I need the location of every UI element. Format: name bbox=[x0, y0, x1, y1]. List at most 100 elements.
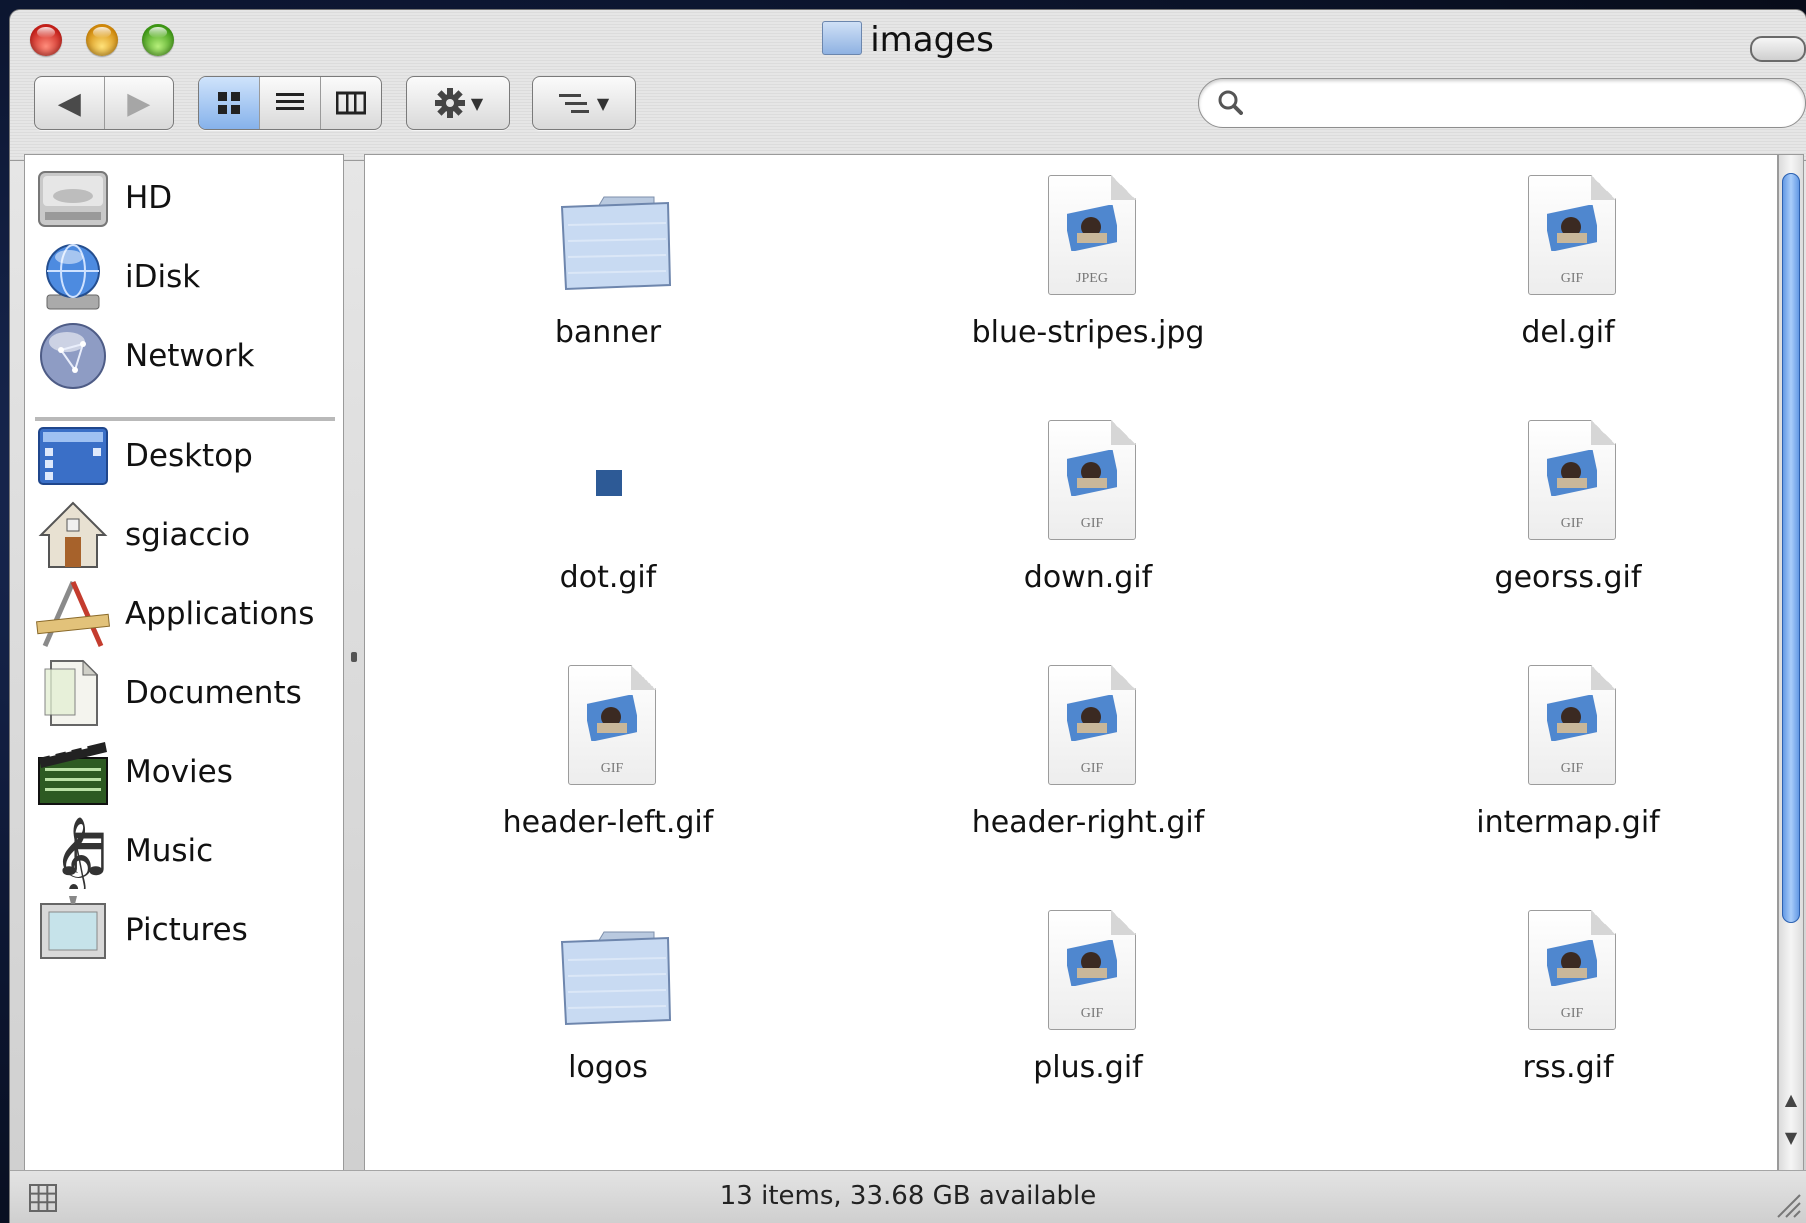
sidebar-item-desktop[interactable]: Desktop bbox=[25, 416, 343, 496]
gif-file-icon: GIF bbox=[1518, 910, 1618, 1034]
action-menu-seg[interactable]: ▼ bbox=[407, 77, 509, 129]
arrange-icon bbox=[558, 94, 589, 113]
sidebar: HD iDisk Network Desktop sgiaccio Applic… bbox=[24, 154, 344, 1172]
desktop-icon bbox=[35, 418, 111, 494]
file-item-georss[interactable]: GIF georss.gif bbox=[1348, 410, 1788, 650]
file-name: georss.gif bbox=[1494, 560, 1642, 595]
photo-thumbnail-icon bbox=[1547, 695, 1597, 741]
network-icon bbox=[35, 318, 111, 394]
splitter-handle-icon bbox=[351, 652, 357, 662]
file-item-header-left[interactable]: GIF header-left.gif bbox=[388, 655, 828, 895]
movies-icon bbox=[35, 734, 111, 810]
file-item-del[interactable]: GIF del.gif bbox=[1348, 165, 1788, 405]
column-view-icon bbox=[336, 91, 366, 115]
file-ext-label: GIF bbox=[1560, 1006, 1584, 1021]
sidebar-item-applications[interactable]: Applications bbox=[25, 574, 343, 654]
gif-file-icon: GIF bbox=[1038, 910, 1138, 1034]
sidebar-item-home[interactable]: sgiaccio bbox=[25, 495, 343, 575]
sidebar-item-documents[interactable]: Documents bbox=[25, 653, 343, 733]
page-fold bbox=[1591, 910, 1616, 935]
sidebar-item-idisk[interactable]: iDisk bbox=[25, 237, 343, 317]
sidebar-item-network[interactable]: Network bbox=[25, 316, 343, 396]
resize-grip-icon[interactable] bbox=[1772, 1189, 1802, 1219]
page-fold bbox=[1591, 665, 1616, 690]
forward-arrow-icon: ▶ bbox=[127, 85, 151, 121]
file-name: banner bbox=[554, 315, 662, 350]
sidebar-splitter[interactable] bbox=[346, 154, 364, 1172]
page-fold bbox=[1111, 910, 1136, 935]
gif-file-icon: GIF bbox=[1038, 420, 1138, 544]
arrange-menu-button[interactable]: ▼ bbox=[532, 76, 636, 130]
sidebar-item-label: Movies bbox=[125, 754, 233, 790]
sidebar-item-label: HD bbox=[125, 180, 173, 216]
sidebar-item-music[interactable]: 𝄞 ♬ Music bbox=[25, 811, 343, 896]
view-mode-group bbox=[198, 76, 382, 130]
sidebar-item-label: sgiaccio bbox=[125, 517, 251, 553]
hard-drive-icon bbox=[35, 160, 111, 236]
file-item-blue-stripes[interactable]: JPEG blue-stripes.jpg bbox=[868, 165, 1308, 405]
file-item-intermap[interactable]: GIF intermap.gif bbox=[1348, 655, 1788, 895]
sidebar-item-pictures[interactable]: Pictures bbox=[25, 890, 343, 970]
search-field[interactable] bbox=[1198, 78, 1806, 128]
action-menu-button[interactable]: ▼ bbox=[406, 76, 510, 130]
file-name: down.gif bbox=[1023, 560, 1153, 595]
back-button[interactable]: ◀ bbox=[35, 77, 104, 129]
photo-thumbnail-icon bbox=[1547, 205, 1597, 251]
file-name: blue-stripes.jpg bbox=[971, 315, 1205, 350]
search-input[interactable] bbox=[1257, 87, 1785, 121]
file-item-down[interactable]: GIF down.gif bbox=[868, 410, 1308, 650]
navigation-group: ◀ ▶ bbox=[34, 76, 174, 130]
sidebar-item-movies[interactable]: Movies bbox=[25, 732, 343, 812]
file-icon-grid: banner JPEG blue-stripes.jpg GIF del.gif bbox=[364, 154, 1778, 1172]
list-view-button[interactable] bbox=[259, 77, 320, 129]
list-view-icon bbox=[276, 93, 304, 110]
scrollbar-thumb[interactable] bbox=[1782, 173, 1800, 923]
gif-file-icon: GIF bbox=[1518, 420, 1618, 544]
folder-icon bbox=[558, 910, 672, 1034]
file-item-banner[interactable]: banner bbox=[388, 165, 828, 405]
sidebar-item-hd[interactable]: HD bbox=[25, 158, 343, 238]
chevron-down-icon: ▼ bbox=[470, 93, 484, 113]
sidebar-item-label: Pictures bbox=[125, 912, 248, 948]
file-name: header-right.gif bbox=[971, 805, 1205, 840]
file-ext-label: GIF bbox=[1560, 761, 1584, 776]
column-view-button[interactable] bbox=[320, 77, 381, 129]
sidebar-item-label: Documents bbox=[125, 675, 302, 711]
file-name: del.gif bbox=[1521, 315, 1615, 350]
folder-icon bbox=[822, 21, 863, 55]
documents-icon bbox=[35, 655, 111, 731]
file-item-rss[interactable]: GIF rss.gif bbox=[1348, 900, 1788, 1140]
file-item-logos[interactable]: logos bbox=[388, 900, 828, 1140]
file-ext-label: GIF bbox=[1080, 1006, 1104, 1021]
file-ext-label: GIF bbox=[1560, 516, 1584, 531]
file-item-header-right[interactable]: GIF header-right.gif bbox=[868, 655, 1308, 895]
vertical-scrollbar[interactable]: ▲ ▼ bbox=[1778, 154, 1804, 1172]
file-name: dot.gif bbox=[559, 560, 657, 595]
scroll-up-arrow-icon[interactable]: ▲ bbox=[1781, 1085, 1801, 1115]
dot-thumbnail bbox=[596, 470, 622, 496]
title-bar[interactable]: images ◀ ▶ ▼ ▼ bbox=[10, 10, 1806, 161]
page-fold bbox=[1111, 175, 1136, 200]
file-item-plus[interactable]: GIF plus.gif bbox=[868, 900, 1308, 1140]
forward-button[interactable]: ▶ bbox=[103, 77, 174, 129]
file-name: header-left.gif bbox=[502, 805, 714, 840]
file-ext-label: GIF bbox=[600, 761, 624, 776]
sidebar-item-label: Music bbox=[125, 833, 214, 869]
back-arrow-icon: ◀ bbox=[57, 85, 81, 121]
toolbar-toggle-button[interactable] bbox=[1750, 36, 1806, 62]
page-fold bbox=[631, 665, 656, 690]
file-item-dot[interactable]: dot.gif bbox=[388, 410, 828, 650]
arrange-menu-seg[interactable]: ▼ bbox=[533, 77, 635, 129]
search-icon bbox=[1218, 90, 1243, 115]
gif-file-icon: GIF bbox=[1518, 665, 1618, 789]
photo-thumbnail-icon bbox=[1067, 695, 1117, 741]
page-fold bbox=[1591, 420, 1616, 445]
scroll-down-arrow-icon[interactable]: ▼ bbox=[1781, 1123, 1801, 1153]
photo-thumbnail-icon bbox=[1067, 940, 1117, 986]
jpeg-file-icon: JPEG bbox=[1038, 175, 1138, 299]
svg-text:♬: ♬ bbox=[57, 821, 109, 889]
finder-window: images ◀ ▶ ▼ ▼ HD iDisk Network Desktop … bbox=[10, 10, 1806, 1223]
window-title-text: images bbox=[870, 20, 994, 60]
chevron-down-icon: ▼ bbox=[596, 93, 610, 113]
icon-view-button[interactable] bbox=[199, 77, 259, 129]
